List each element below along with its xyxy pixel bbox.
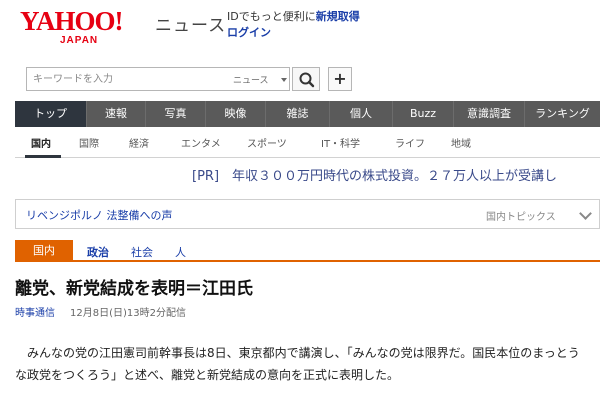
register-link[interactable]: 新規取得 xyxy=(316,10,360,23)
sub-item-economy[interactable]: 経済 xyxy=(129,135,149,150)
yahoo-japan-logo[interactable]: YAHOO! JAPAN xyxy=(20,6,150,46)
search-button[interactable] xyxy=(292,67,320,91)
search-scope-select[interactable]: ニュース xyxy=(233,73,269,86)
site-name[interactable]: ニュース xyxy=(155,11,226,36)
topics-bar: リベンジポルノ 法整備への声 国内トピックス xyxy=(15,199,600,229)
logo-wordmark: YAHOO! xyxy=(20,6,124,36)
primary-nav: トップ 速報 写真 映像 雑誌 個人 Buzz 意識調査 ランキング xyxy=(15,101,600,127)
search-input[interactable] xyxy=(27,68,227,90)
nav-item-poll[interactable]: 意識調査 xyxy=(454,101,525,127)
sub-nav-active-indicator xyxy=(25,155,61,158)
category-link-society[interactable]: 社会 xyxy=(131,244,153,260)
article-date: 12月8日(日)13時2分配信 xyxy=(70,308,186,319)
nav-item-ranking[interactable]: ランキング xyxy=(525,101,600,127)
article-source-link[interactable]: 時事通信 xyxy=(15,304,55,319)
article-title: 離党、新党結成を表明＝江田氏 xyxy=(15,279,253,299)
nav-item-magazine[interactable]: 雑誌 xyxy=(266,101,330,127)
sub-item-it-science[interactable]: IT・科学 xyxy=(321,135,360,150)
login-link[interactable]: ログイン xyxy=(227,24,271,40)
chevron-down-icon[interactable] xyxy=(579,207,592,220)
id-promo: IDでもっと便利に新規取得 xyxy=(227,8,360,24)
category-badge[interactable]: 国内 xyxy=(15,240,73,261)
nav-item-video[interactable]: 映像 xyxy=(206,101,266,127)
scope-caret-icon[interactable] xyxy=(281,78,287,82)
sub-item-sports[interactable]: スポーツ xyxy=(247,135,287,150)
category-row: 国内 政治 社会 人 xyxy=(15,240,600,262)
nav-item-top[interactable]: トップ xyxy=(15,101,87,127)
nav-item-breaking[interactable]: 速報 xyxy=(87,101,146,127)
article-body: みんなの党の江田憲司前幹事長は8日、東京都内で講演し、「みんなの党は限界だ。国民… xyxy=(15,346,580,382)
nav-item-individual[interactable]: 個人 xyxy=(330,101,393,127)
sub-item-local[interactable]: 地域 xyxy=(451,135,471,150)
search-box: ニュース xyxy=(26,67,290,91)
search-icon xyxy=(299,72,315,88)
category-link-politics[interactable]: 政治 xyxy=(87,244,109,260)
nav-item-buzz[interactable]: Buzz xyxy=(393,101,454,127)
sub-item-international[interactable]: 国際 xyxy=(79,135,99,150)
id-promo-text: IDでもっと便利に xyxy=(227,10,316,23)
topics-label[interactable]: 国内トピックス xyxy=(486,208,556,223)
category-link-people[interactable]: 人 xyxy=(175,244,186,260)
sub-item-entertainment[interactable]: エンタメ xyxy=(181,135,221,150)
nav-item-photo[interactable]: 写真 xyxy=(146,101,206,127)
sub-item-domestic[interactable]: 国内 xyxy=(31,135,51,150)
pr-ad-link[interactable]: [PR] 年収３００万円時代の株式投資。２７万人以上が受講し xyxy=(192,165,600,184)
sub-item-life[interactable]: ライフ xyxy=(395,135,425,150)
logo-subtext: JAPAN xyxy=(60,35,99,46)
topic-link[interactable]: リベンジポルノ 法整備への声 xyxy=(26,207,173,223)
add-button[interactable]: + xyxy=(328,67,352,91)
sub-nav: 国内 国際 経済 エンタメ スポーツ IT・科学 ライフ 地域 xyxy=(15,127,600,158)
